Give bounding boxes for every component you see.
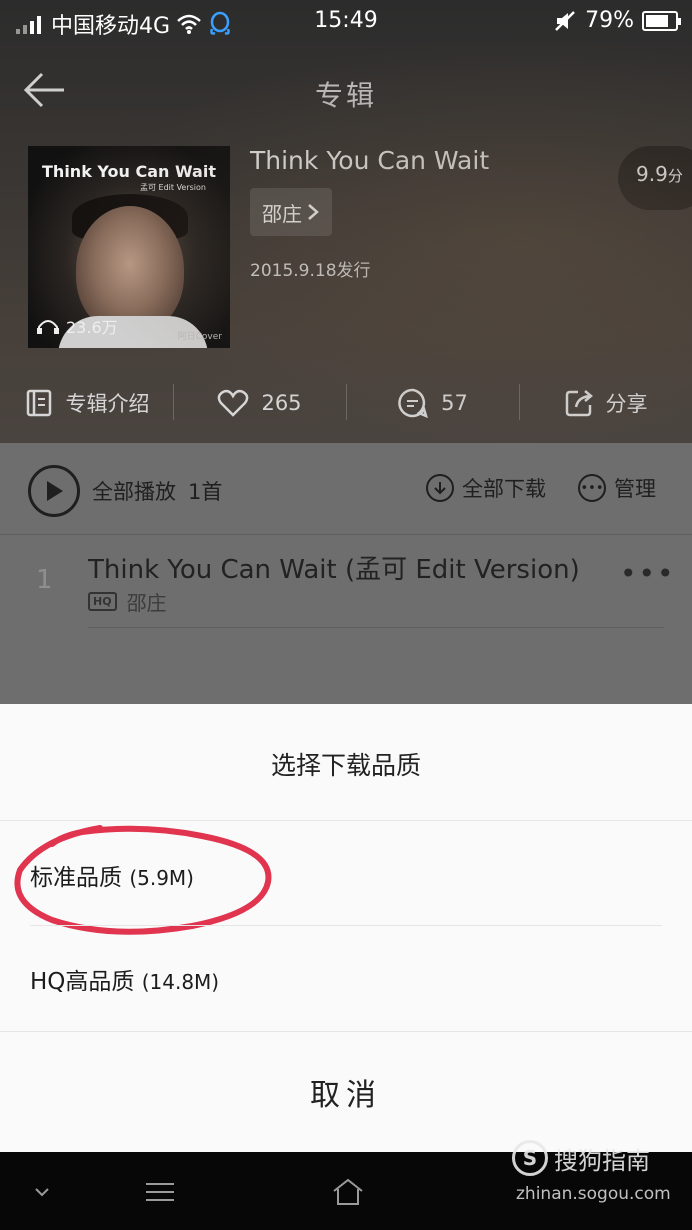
hq-badge: HQ — [88, 592, 117, 611]
cover-title: Think You Can Wait — [42, 162, 216, 181]
album-intro-label: 专辑介绍 — [65, 392, 150, 416]
track-count: 1首 — [188, 480, 223, 504]
share-icon — [565, 390, 593, 417]
chevron-down-icon[interactable] — [22, 1174, 62, 1210]
album-intro-button[interactable]: 专辑介绍 — [0, 372, 173, 434]
watermark: S 搜狗指南 — [512, 1140, 650, 1176]
option-size: (5.9M) — [129, 866, 194, 890]
play-count: 23.6万 — [36, 314, 118, 338]
like-count: 265 — [261, 391, 302, 415]
score-badge: 9.9分 — [618, 146, 692, 210]
sogou-logo-icon: S — [512, 1140, 548, 1176]
album-actions: 专辑介绍 265 57 分享 — [0, 372, 692, 434]
chevron-right-icon — [308, 204, 319, 220]
cancel-button[interactable]: 取消 — [0, 1070, 692, 1114]
track-title: Think You Can Wait (孟可 Edit Version) — [88, 555, 580, 585]
menu-icon[interactable] — [140, 1174, 180, 1210]
divider — [0, 1031, 692, 1032]
download-all-button[interactable]: 全部下载 — [426, 473, 546, 503]
album-name: Think You Can Wait — [250, 146, 490, 175]
score-unit: 分 — [667, 167, 683, 185]
book-icon — [26, 389, 51, 417]
play-all-label: 全部播放 — [92, 480, 176, 504]
option-label: HQ高品质 — [30, 969, 135, 995]
share-button[interactable]: 分享 — [519, 372, 692, 434]
page-title: 专辑 — [314, 79, 377, 112]
watermark-text: 搜狗指南 — [554, 1146, 650, 1175]
download-all-label: 全部下载 — [462, 477, 546, 501]
album-header: 中国移动4G 15:49 79% 专辑 Think You Can Wait 孟… — [0, 0, 692, 443]
more-icon: ••• — [578, 474, 606, 502]
cover-mark: 阿日Cover — [177, 332, 222, 342]
manage-button[interactable]: ••• 管理 — [578, 473, 656, 503]
play-all-button[interactable]: 全部播放 1首 — [28, 465, 222, 517]
watermark-url: zhinan.sogou.com — [516, 1184, 671, 1204]
battery-percent: 79% — [585, 8, 634, 33]
download-quality-sheet: 选择下载品质 标准品质 (5.9M) HQ高品质 (14.8M) 取消 — [0, 704, 692, 1152]
play-icon — [28, 465, 80, 517]
nav-bar: 专辑 — [0, 60, 692, 120]
heart-icon — [218, 389, 249, 417]
divider — [0, 820, 692, 821]
quality-option-hq[interactable]: HQ高品质 (14.8M) — [30, 962, 219, 996]
option-size: (14.8M) — [141, 970, 220, 994]
comment-icon — [398, 388, 429, 419]
download-icon — [426, 474, 454, 502]
headphones-icon — [37, 320, 59, 334]
release-date: 2015.9.18发行 — [250, 261, 371, 281]
track-artist: 邵庄 — [126, 591, 167, 615]
home-icon[interactable] — [328, 1174, 368, 1210]
status-bar: 中国移动4G 15:49 79% — [0, 0, 692, 46]
manage-label: 管理 — [614, 477, 656, 501]
track-list-area: 全部播放 1首 全部下载 ••• 管理 1 Think You Can Wait… — [0, 443, 692, 705]
track-meta: HQ 邵庄 — [88, 587, 167, 616]
cover-subtitle: 孟可 Edit Version — [140, 183, 206, 192]
mute-icon — [555, 10, 575, 31]
album-cover[interactable]: Think You Can Wait 孟可 Edit Version 23.6万… — [28, 146, 230, 348]
artist-label: 邵庄 — [262, 201, 302, 226]
artist-link[interactable]: 邵庄 — [250, 188, 332, 236]
option-label: 标准品质 — [30, 865, 122, 891]
track-number: 1 — [36, 565, 53, 595]
battery-icon — [642, 10, 681, 31]
sheet-title: 选择下载品质 — [270, 751, 421, 780]
comment-count: 57 — [441, 391, 468, 415]
track-more-icon[interactable]: ••• — [620, 557, 676, 590]
like-button[interactable]: 265 — [173, 372, 346, 434]
quality-option-standard[interactable]: 标准品质 (5.9M) — [30, 858, 194, 892]
divider — [88, 627, 664, 628]
score-value: 9.9 — [636, 162, 668, 186]
share-label: 分享 — [605, 392, 648, 416]
list-toolbar: 全部播放 1首 全部下载 ••• 管理 — [0, 443, 692, 535]
comment-button[interactable]: 57 — [346, 372, 519, 434]
list-item[interactable]: 1 Think You Can Wait (孟可 Edit Version) H… — [0, 535, 692, 629]
divider — [30, 925, 662, 926]
play-count-label: 23.6万 — [66, 318, 118, 337]
